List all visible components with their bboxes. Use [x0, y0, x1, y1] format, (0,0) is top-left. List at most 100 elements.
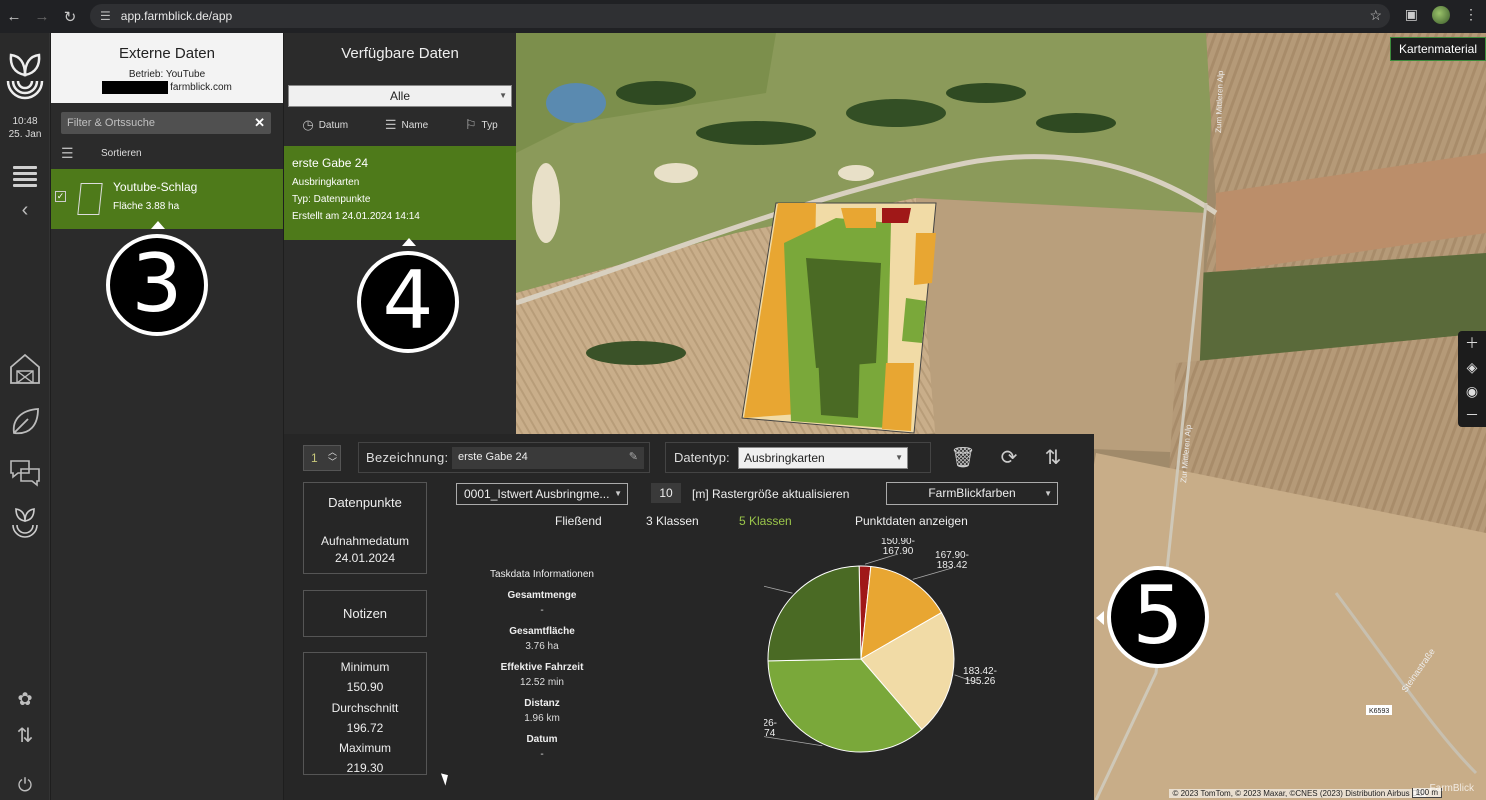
zoom-out-icon[interactable]: －: [1458, 403, 1486, 427]
settings-sprout-icon[interactable]: ✿: [0, 689, 50, 710]
site-settings-icon[interactable]: ☰: [100, 9, 111, 23]
index-stepper[interactable]: 1 ︿ ﹀: [303, 445, 341, 471]
farmblick-watermark: FarmBlick: [1429, 783, 1474, 794]
field-checkbox[interactable]: ✓: [55, 191, 66, 202]
hamburger-menu-icon[interactable]: [0, 163, 50, 190]
type-filter-select[interactable]: Alle ▼: [288, 85, 512, 107]
dist-value: 1.96 km: [524, 713, 560, 724]
field-list-item[interactable]: ✓ Youtube-Schlag Fläche 3.88 ha: [51, 169, 283, 229]
draw-shape-icon[interactable]: ◈: [1458, 355, 1486, 379]
zoom-in-icon[interactable]: ＋: [1458, 331, 1486, 355]
caret-down-icon: ▼: [1044, 489, 1052, 498]
sprout-icon[interactable]: [8, 505, 42, 539]
total-value: -: [540, 605, 544, 616]
color-scheme-select[interactable]: FarmBlickfarben ▼: [886, 482, 1058, 505]
stepper-arrows-icon[interactable]: ︿ ﹀: [328, 447, 337, 467]
raster-update-button[interactable]: [m] Rastergröße aktualisieren: [692, 487, 849, 501]
visibility-icon[interactable]: ◉: [1458, 379, 1486, 403]
data-item-created: Erstellt am 24.01.2024 14:14: [292, 211, 420, 222]
avg-label: Durchschnitt: [331, 700, 399, 715]
data-detail-panel: 1 ︿ ﹀ Bezeichnung: erste Gabe 24 ✎ Datent…: [284, 434, 1094, 800]
filter-placeholder: Filter & Ortssuche: [67, 117, 156, 129]
map-attribution: © 2023 TomTom, © 2023 Maxar, ©CNES (2023…: [1169, 789, 1426, 798]
max-label: Maximum: [338, 741, 391, 756]
option-three-classes[interactable]: 3 Klassen: [646, 514, 699, 528]
data-list-item[interactable]: erste Gabe 24 Ausbringkarten Typ: Datenp…: [284, 146, 516, 240]
index-value: 1: [311, 451, 318, 465]
color-scheme-value: FarmBlickfarben: [928, 486, 1016, 500]
more-menu-icon[interactable]: ⋮: [1464, 6, 1478, 24]
farmblick-logo-icon[interactable]: [4, 47, 46, 107]
name-input[interactable]: erste Gabe 24 ✎: [452, 447, 644, 469]
date-value: -: [540, 749, 544, 760]
field-name: Youtube-Schlag: [113, 180, 198, 194]
taskdata-info: Taskdata Informationen Gesamtmenge - Ges…: [477, 569, 607, 770]
sort-by-type-button[interactable]: ⚐ Typ: [465, 117, 498, 133]
clock-date: 25. Jan: [8, 129, 42, 140]
caret-down-icon: ▼: [895, 453, 903, 462]
notes-label: Notizen: [342, 606, 388, 621]
sort-button[interactable]: ☰ Sortieren: [61, 143, 142, 163]
pie-label: 183.42-195.26: [963, 666, 997, 687]
clear-icon[interactable]: ✕: [254, 115, 265, 131]
sidepanel-icon[interactable]: ▣: [1405, 6, 1418, 24]
address-bar[interactable]: ☰ app.farmblick.de/app ☆: [90, 4, 1390, 28]
import-export-icon[interactable]: ⇅: [1038, 443, 1068, 473]
option-five-classes[interactable]: 5 Klassen: [739, 514, 792, 528]
sync-arrows-icon[interactable]: ⇅: [0, 723, 50, 748]
distribution-pie-chart: 150.90-167.90 167.90-183.42 183.42-195.26 1…: [713, 536, 1014, 768]
type-label: Datentyp:: [674, 450, 730, 465]
edit-pencil-icon[interactable]: ✎: [629, 450, 638, 463]
field-area: Fläche 3.88 ha: [113, 201, 180, 212]
email-suffix: farmblick.com: [170, 82, 232, 93]
chevron-left-icon[interactable]: ‹: [0, 199, 50, 222]
external-title: Externe Daten: [119, 45, 215, 62]
clock-sort-icon: ◷: [302, 117, 314, 132]
data-type-select[interactable]: Ausbringkarten ▼: [738, 447, 908, 469]
forward-icon[interactable]: →: [28, 8, 56, 25]
sort-label: Sortieren: [101, 147, 142, 159]
option-flowing[interactable]: Fließend: [555, 514, 602, 528]
pie-slice[interactable]: [767, 565, 862, 662]
barn-icon[interactable]: [8, 351, 42, 385]
trash-icon[interactable]: 🗑: [948, 443, 978, 473]
filter-search-input[interactable]: Filter & Ortssuche ✕: [61, 112, 271, 134]
total-label: Gesamtmenge: [507, 590, 577, 601]
data-type-value: Ausbringkarten: [744, 451, 825, 465]
caret-down-icon: ▼: [614, 489, 622, 498]
chat-icon[interactable]: [8, 456, 42, 490]
step-badge-4: 4: [357, 251, 459, 353]
raster-size-input[interactable]: 10: [651, 483, 681, 503]
pie-label: 167.90-183.42: [935, 550, 969, 571]
raster-attribute-select[interactable]: 0001_Istwert Ausbringme... ▼: [456, 483, 628, 505]
type-filter-value: Alle: [389, 89, 410, 103]
name-label: Bezeichnung:: [366, 450, 449, 465]
min-label: Minimum: [340, 660, 390, 674]
bookmark-sort-icon: ⚐: [464, 117, 477, 132]
card-date: 24.01.2024: [334, 551, 396, 565]
max-value: 219.30: [346, 761, 384, 776]
browser-toolbar: ← → ↻ ☰ app.farmblick.de/app ☆ ▣ ⋮: [0, 0, 1486, 33]
avg-value: 196.72: [346, 720, 384, 735]
sort-by-name-button[interactable]: ☰ Name: [385, 117, 428, 133]
profile-avatar[interactable]: [1432, 6, 1450, 24]
card-type: Datenpunkte: [328, 495, 402, 510]
data-type-card: Datenpunkte Aufnahmedatum 24.01.2024: [303, 482, 427, 574]
application-map-overlay[interactable]: [741, 202, 937, 434]
pie-label: 150.90-167.90: [881, 538, 915, 557]
sort-by-date-button[interactable]: ◷ Datum: [302, 117, 348, 133]
pie-svg: 150.90-167.90 167.90-183.42 183.42-195.26 1…: [713, 536, 997, 753]
bookmark-star-icon[interactable]: ☆: [1369, 7, 1382, 24]
pie-leader-line: [729, 577, 793, 594]
basemap-button[interactable]: Kartenmaterial: [1389, 37, 1486, 61]
area-value: 3.76 ha: [525, 641, 559, 652]
sort-date-label: Datum: [318, 119, 349, 131]
option-show-points[interactable]: Punktdaten anzeigen: [855, 514, 968, 528]
back-icon[interactable]: ←: [0, 8, 28, 25]
power-icon[interactable]: ⏻: [0, 775, 50, 796]
reload-icon[interactable]: ↻: [56, 8, 84, 26]
refresh-icon[interactable]: ⟳: [994, 443, 1024, 473]
notes-button[interactable]: Notizen: [303, 590, 427, 637]
external-data-panel: Externe Daten Betrieb: YouTube farmblick…: [51, 33, 283, 800]
leaf-icon[interactable]: [8, 405, 42, 439]
